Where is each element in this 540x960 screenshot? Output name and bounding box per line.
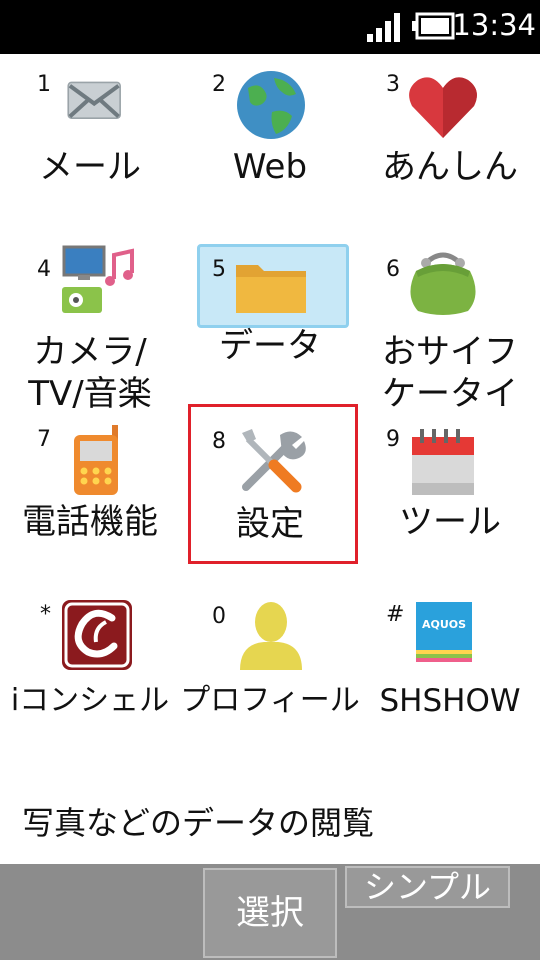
menu-label-line2: ケータイ (382, 374, 518, 414)
tools-icon (242, 429, 306, 493)
item-description: 写真などのデータの閲覧 (22, 804, 375, 842)
folder-icon (236, 265, 306, 313)
profile-icon (240, 602, 302, 670)
menu-label: プロフィール (180, 683, 360, 718)
menu-key: 2 (212, 72, 226, 97)
menu-label: SHSHOW (379, 683, 521, 719)
aquos-icon: AQUOS (416, 602, 472, 664)
menu-item-web[interactable]: 2 Web (180, 54, 360, 224)
camera-tv-music-icon (62, 245, 134, 313)
calendar-icon (412, 429, 474, 495)
menu-key: 7 (37, 427, 51, 452)
menu-key: * (40, 602, 51, 627)
menu-label: おサイフ (382, 332, 518, 372)
menu-label: カメラ/ (33, 332, 147, 372)
menu-label: iコンシェル (10, 683, 170, 718)
wallet-icon (410, 252, 476, 315)
menu-key: 6 (386, 257, 400, 282)
status-bar: 13:34 (0, 0, 540, 54)
menu-item-settings[interactable]: 8 設定 (180, 419, 360, 569)
signal-strength-icon (367, 13, 400, 42)
main-menu-grid: 1 メール 2 Web 3 あんしん 4 カメラ/ TV/音楽 5 データ 6 … (0, 54, 540, 784)
menu-item-phone-functions[interactable]: 7 電話機能 (0, 419, 180, 569)
menu-item-osaifu[interactable]: 6 おサイフ ケータイ (360, 239, 540, 414)
clock: 13:34 (452, 8, 536, 42)
select-button[interactable]: 選択 (203, 868, 337, 958)
menu-item-mail[interactable]: 1 メール (0, 54, 180, 224)
mail-icon (67, 81, 121, 119)
menu-label: Web (232, 147, 308, 187)
menu-item-camera-tv-music[interactable]: 4 カメラ/ TV/音楽 (0, 239, 180, 414)
menu-item-profile[interactable]: 0 プロフィール (180, 594, 360, 744)
menu-item-data[interactable]: 5 データ (180, 239, 360, 409)
menu-key: 8 (212, 429, 226, 454)
menu-key: 4 (37, 257, 51, 282)
menu-label: ツール (399, 502, 501, 542)
globe-icon (237, 71, 305, 139)
menu-item-tools[interactable]: 9 ツール (360, 419, 540, 569)
menu-key: 0 (212, 604, 226, 629)
simple-mode-button[interactable]: シンプル (345, 866, 510, 908)
menu-item-anshin[interactable]: 3 あんしん (360, 54, 540, 224)
menu-item-iconcier[interactable]: * iコンシェル (0, 594, 180, 744)
menu-key: 5 (212, 257, 226, 282)
menu-label-line2: TV/音楽 (28, 374, 152, 414)
aquos-icon-text: AQUOS (421, 618, 467, 631)
menu-label: メール (39, 147, 141, 187)
menu-key: 9 (386, 427, 400, 452)
menu-label: あんしん (382, 147, 518, 187)
menu-key: 3 (386, 72, 400, 97)
concier-icon (62, 600, 132, 670)
menu-label: データ (219, 326, 321, 366)
menu-item-shshow[interactable]: # AQUOS SHSHOW (360, 594, 540, 744)
heart-icon (409, 77, 477, 138)
menu-label: 設定 (236, 504, 304, 544)
menu-key: 1 (37, 72, 51, 97)
menu-key: # (386, 602, 405, 627)
phone-icon (74, 425, 118, 495)
menu-label: 電話機能 (22, 502, 158, 542)
battery-icon (412, 12, 455, 40)
